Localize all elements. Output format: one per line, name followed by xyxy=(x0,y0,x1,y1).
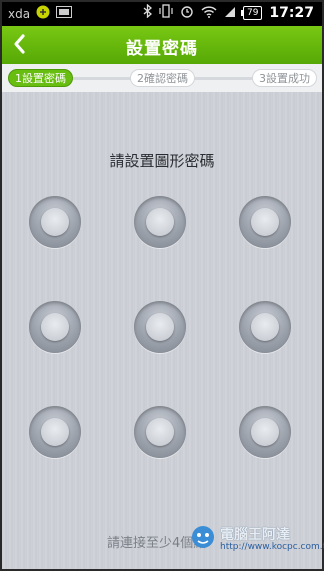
pattern-dot-7[interactable] xyxy=(29,406,81,458)
alarm-icon xyxy=(180,4,194,21)
wifi-icon xyxy=(201,5,217,21)
app-header: 設置密碼 xyxy=(2,26,322,64)
vibrate-icon xyxy=(159,4,173,21)
pattern-prompt: 請設置圖形密碼 xyxy=(109,152,215,170)
status-bar: xda 79 17:27 xyxy=(2,2,322,26)
step-indicator: 1設置密碼 2確認密碼 3設置成功 xyxy=(2,64,322,92)
signal-icon xyxy=(224,5,236,21)
pattern-dot-6[interactable] xyxy=(239,301,291,353)
app-notification-icon xyxy=(36,5,50,22)
pattern-dot-8[interactable] xyxy=(134,406,186,458)
clock: 17:27 xyxy=(269,4,314,21)
bluetooth-icon xyxy=(143,3,152,21)
battery-icon: 79 xyxy=(240,5,263,20)
pattern-dot-9[interactable] xyxy=(239,406,291,458)
watermark-url: http://www.kocpc.com.tw xyxy=(220,542,324,552)
pattern-dot-4[interactable] xyxy=(29,301,81,353)
pattern-dot-1[interactable] xyxy=(29,196,81,248)
page-title: 設置密碼 xyxy=(126,39,198,59)
step-1: 1設置密碼 xyxy=(8,69,73,87)
pattern-dot-5[interactable] xyxy=(134,301,186,353)
pattern-area: 請設置圖形密碼 請連接至少4個點 電腦王阿達 http://www.kocpc.… xyxy=(2,92,324,569)
step-2: 2確認密碼 xyxy=(130,69,195,87)
step-3: 3設置成功 xyxy=(252,69,317,87)
pattern-dot-2[interactable] xyxy=(134,196,186,248)
pattern-dot-3[interactable] xyxy=(239,196,291,248)
watermark-mascot-icon xyxy=(190,524,216,550)
carrier-text: xda xyxy=(8,6,31,21)
watermark: 電腦王阿達 http://www.kocpc.com.tw xyxy=(190,524,324,554)
image-notification-icon xyxy=(56,6,73,21)
watermark-title: 電腦王阿達 xyxy=(220,527,290,543)
